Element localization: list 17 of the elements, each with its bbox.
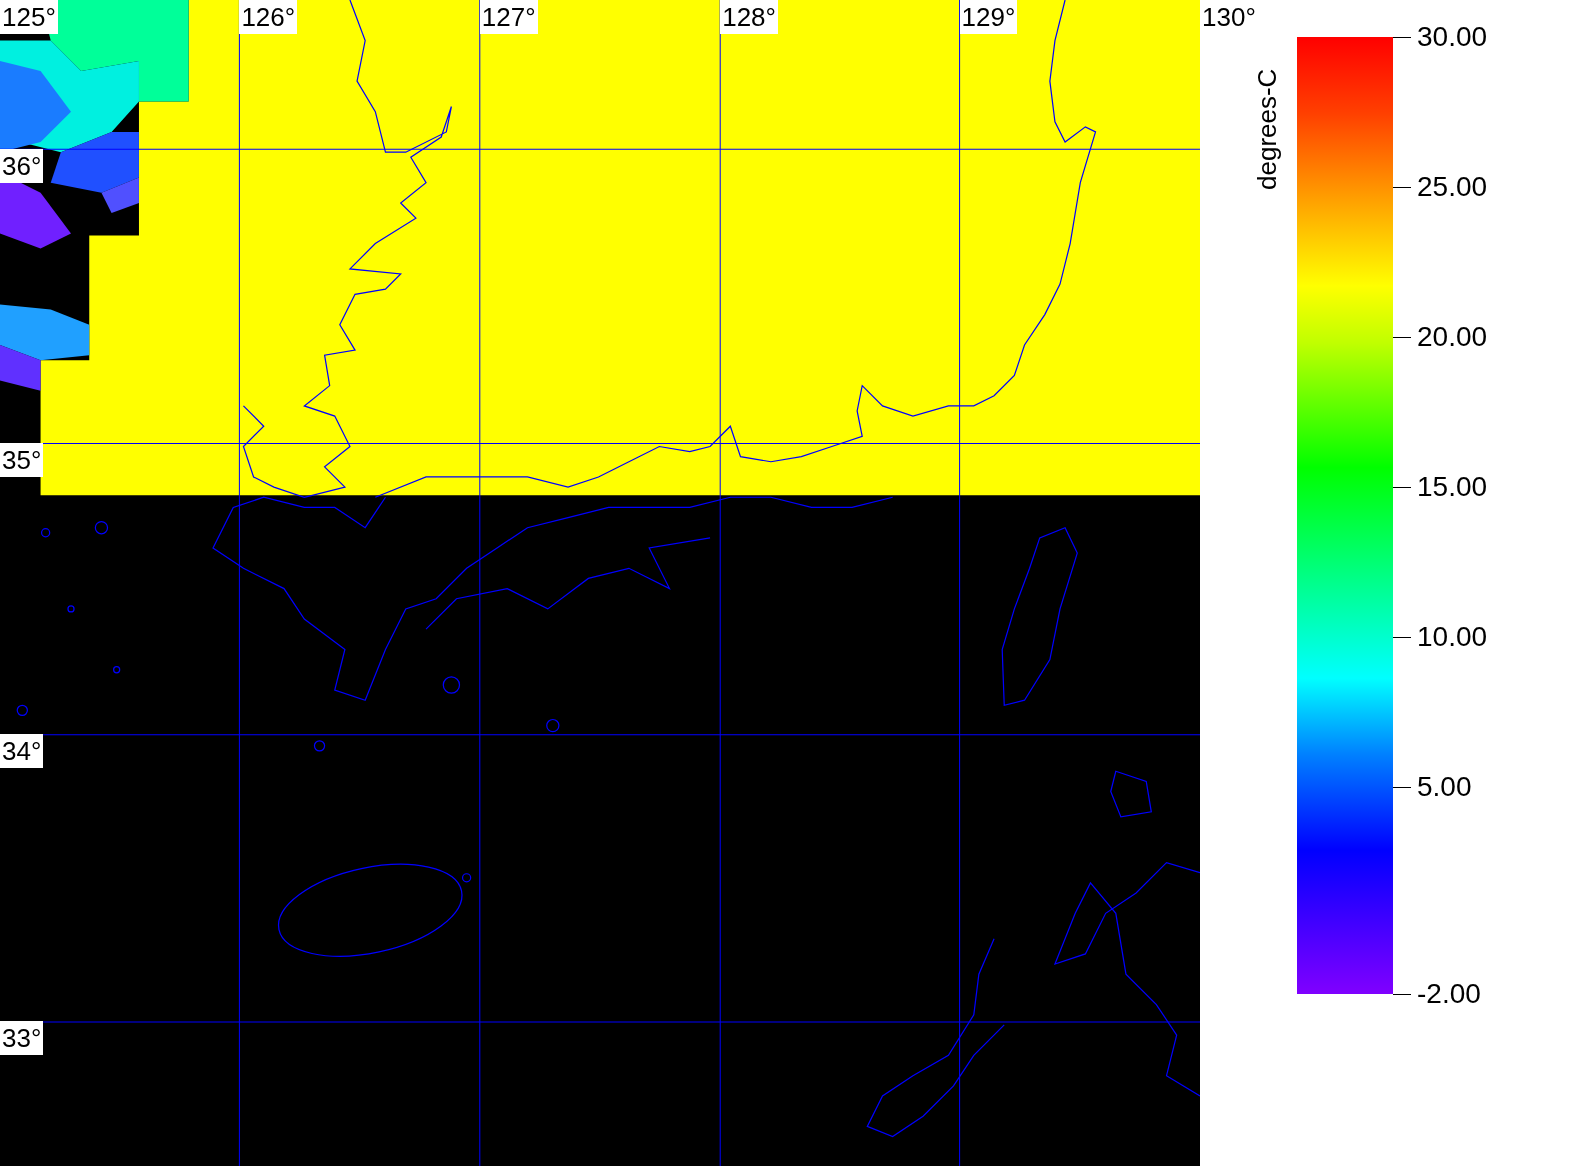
tick-label: 20.00: [1417, 321, 1488, 353]
latitude-label: 34°: [0, 734, 44, 769]
longitude-label: 129°: [959, 0, 1018, 34]
latitude-label: 35°: [0, 443, 44, 478]
colorbar-title: degrees-C: [1252, 68, 1282, 190]
longitude-label: 128°: [720, 0, 778, 34]
tick-label: -2.00: [1417, 978, 1481, 1010]
latitude-label: 33°: [0, 1021, 44, 1056]
latitude-label: 36°: [0, 149, 44, 184]
longitude-label: 125°: [0, 0, 58, 34]
tick-label: 15.00: [1417, 471, 1488, 503]
longitude-label: 126°: [239, 0, 298, 34]
tick-label: 30.00: [1417, 21, 1488, 53]
tick-label: 25.00: [1417, 171, 1488, 203]
longitude-label: 127°: [479, 0, 538, 34]
tick-label: 10.00: [1417, 621, 1488, 653]
tick-label: 5.00: [1417, 771, 1472, 803]
